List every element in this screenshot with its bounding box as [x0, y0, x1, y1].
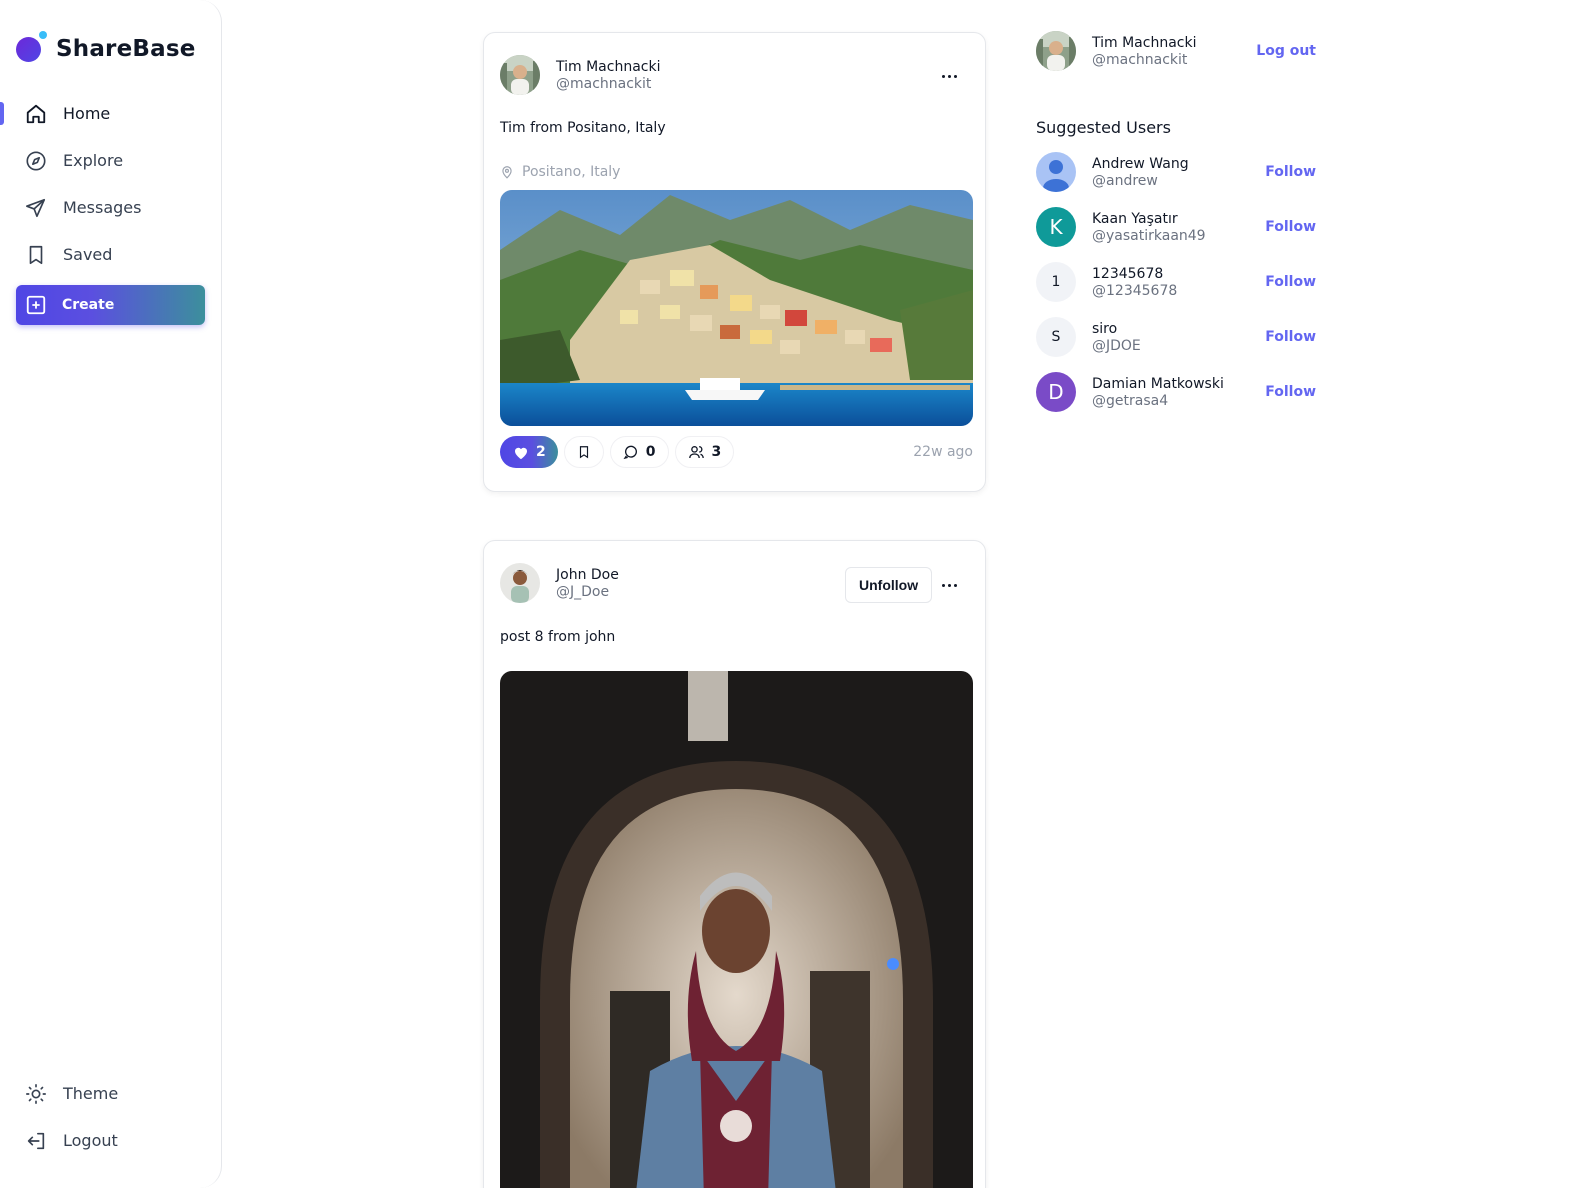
post-actions: 2 0 3 22w ago: [500, 436, 973, 468]
post-timestamp: 22w ago: [913, 444, 973, 460]
logout-label: Logout: [63, 1131, 118, 1150]
sidebar-item-messages[interactable]: Messages: [0, 184, 222, 231]
more-options-icon[interactable]: [937, 575, 961, 595]
sidebar-item-saved[interactable]: Saved: [0, 231, 222, 278]
follow-button[interactable]: Follow: [1265, 274, 1316, 290]
create-button-label: Create: [62, 297, 115, 313]
follow-button[interactable]: Follow: [1265, 384, 1316, 400]
post-image[interactable]: [500, 190, 973, 426]
suggested-user-name[interactable]: Andrew Wang: [1092, 156, 1189, 172]
post-location[interactable]: Positano, Italy: [500, 164, 620, 180]
suggested-user: K Kaan Yaşatır @yasatirkaan49 Follow: [1036, 207, 1316, 247]
post-card: Tim Machnacki @machnackit Tim from Posit…: [483, 32, 986, 492]
avatar[interactable]: 1: [1036, 262, 1076, 302]
save-post-button[interactable]: [563, 436, 604, 468]
post-header: John Doe @J_Doe: [500, 563, 619, 603]
post-location-text: Positano, Italy: [522, 164, 621, 180]
suggested-user: 1 12345678 @12345678 Follow: [1036, 262, 1316, 302]
sidebar-item-home[interactable]: Home: [0, 90, 222, 137]
post-caption: post 8 from john: [500, 629, 616, 645]
comments-button[interactable]: 0: [609, 436, 669, 468]
avatar[interactable]: S: [1036, 317, 1076, 357]
sidebar-item-explore[interactable]: Explore: [0, 137, 222, 184]
sidebar-bottom: Theme Logout: [0, 1070, 222, 1164]
post-card: John Doe @J_Doe Unfollow post 8 from joh…: [483, 540, 986, 1188]
suggested-user-name[interactable]: Kaan Yaşatır: [1092, 211, 1206, 227]
heart-icon: [515, 447, 527, 459]
sun-icon: [24, 1082, 48, 1106]
avatar[interactable]: [500, 563, 540, 603]
logo[interactable]: ShareBase: [16, 26, 196, 62]
create-button[interactable]: Create: [16, 285, 205, 325]
post-caption: Tim from Positano, Italy: [500, 120, 666, 136]
tagged-people-button[interactable]: 3: [674, 436, 735, 468]
like-button[interactable]: 2: [500, 436, 558, 468]
right-panel: Tim Machnacki @machnackit Log out Sugges…: [1036, 30, 1316, 412]
sidebar: ShareBase Home Explore Messages Saved Cr…: [0, 0, 222, 1188]
send-icon: [24, 196, 48, 220]
suggested-user-handle: @getrasa4: [1092, 392, 1169, 409]
follow-button[interactable]: Follow: [1265, 164, 1316, 180]
users-icon: [688, 446, 704, 459]
post-header: Tim Machnacki @machnackit: [500, 55, 660, 95]
current-user-name[interactable]: Tim Machnacki: [1092, 35, 1196, 51]
suggested-user: S siro @JDOE Follow: [1036, 317, 1316, 357]
theme-toggle[interactable]: Theme: [0, 1070, 222, 1117]
logo-icon: [16, 31, 47, 62]
theme-label: Theme: [63, 1084, 119, 1103]
compass-icon: [24, 149, 48, 173]
post-author-name[interactable]: Tim Machnacki: [556, 59, 660, 75]
sidebar-item-label: Saved: [63, 245, 113, 264]
suggested-user-name[interactable]: siro: [1092, 321, 1141, 337]
follow-button[interactable]: Follow: [1265, 329, 1316, 345]
sidebar-item-label: Messages: [63, 198, 142, 217]
sidebar-item-label: Explore: [63, 151, 124, 170]
avatar[interactable]: [500, 55, 540, 95]
like-count: 2: [536, 444, 546, 460]
suggested-user-name[interactable]: Damian Matkowski: [1092, 376, 1224, 392]
map-pin-icon: [502, 166, 512, 179]
suggested-user-handle: @yasatirkaan49: [1092, 227, 1206, 244]
log-out-link[interactable]: Log out: [1256, 43, 1316, 59]
more-options-icon[interactable]: [937, 66, 961, 86]
avatar[interactable]: D: [1036, 372, 1076, 412]
logout-icon: [24, 1129, 48, 1153]
avatar[interactable]: K: [1036, 207, 1076, 247]
post-image[interactable]: [500, 671, 973, 1188]
suggested-user: D Damian Matkowski @getrasa4 Follow: [1036, 372, 1316, 412]
current-user-handle: @machnackit: [1092, 51, 1188, 68]
post-author-handle: @J_Doe: [556, 583, 610, 600]
sidebar-item-label: Home: [63, 104, 111, 123]
suggested-user-handle: @12345678: [1092, 282, 1178, 299]
avatar[interactable]: [1036, 31, 1076, 71]
suggested-user-name[interactable]: 12345678: [1092, 266, 1177, 282]
follow-button[interactable]: Follow: [1265, 219, 1316, 235]
bookmark-icon: [24, 243, 48, 267]
suggested-user: Andrew Wang @andrew Follow: [1036, 152, 1316, 192]
current-user: Tim Machnacki @machnackit Log out: [1036, 30, 1316, 72]
bookmark-icon: [579, 446, 588, 459]
home-icon: [24, 102, 48, 126]
logo-text: ShareBase: [56, 36, 196, 62]
logout-button[interactable]: Logout: [0, 1117, 222, 1164]
plus-square-icon: [25, 294, 47, 316]
unfollow-button[interactable]: Unfollow: [845, 567, 933, 603]
app-root: ShareBase Home Explore Messages Saved Cr…: [0, 0, 1584, 1188]
people-count: 3: [711, 444, 722, 460]
avatar[interactable]: [1036, 152, 1076, 192]
suggested-user-handle: @JDOE: [1092, 337, 1141, 354]
post-author-handle: @machnackit: [556, 75, 652, 92]
sidebar-nav: Home Explore Messages Saved: [0, 90, 222, 278]
post-author-name[interactable]: John Doe: [556, 567, 619, 583]
suggested-user-handle: @andrew: [1092, 172, 1158, 189]
suggested-users-title: Suggested Users: [1036, 118, 1171, 137]
comment-icon: [623, 445, 637, 460]
comment-count: 0: [645, 444, 656, 460]
